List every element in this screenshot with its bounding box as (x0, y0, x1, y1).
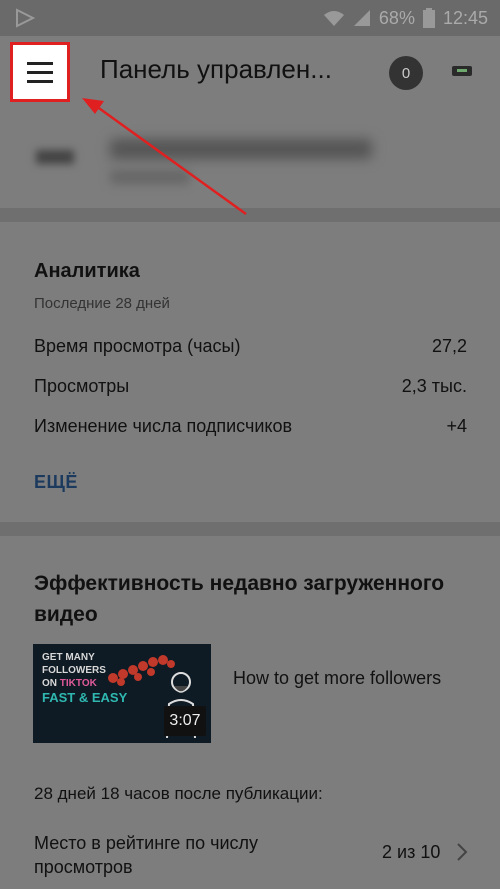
chevron-right-icon[interactable] (455, 840, 469, 864)
section-divider (0, 208, 500, 222)
analytics-period: Последние 28 дней (34, 295, 170, 312)
channel-subtitle-blurred (110, 170, 190, 184)
battery-percent: 68% (378, 7, 415, 28)
clock: 12:45 (442, 7, 488, 28)
stat-value: 2,3 тыс. (401, 376, 467, 396)
analytics-card: Аналитика Последние 28 дней Время просмо… (0, 222, 500, 522)
thumbnail-text-tiktok: ON TIKTOK (42, 678, 97, 689)
account-avatar[interactable] (452, 66, 472, 76)
hamburger-bar (27, 79, 53, 83)
analytics-title: Аналитика (34, 260, 140, 282)
channel-name-blurred (110, 139, 372, 159)
wifi-icon (323, 11, 344, 26)
rank-value: 2 из 10 (382, 842, 441, 862)
app-bar: Панель управлен... 0 (0, 36, 500, 112)
recent-video-section-title: Эффективность недавно загруженного видео (34, 572, 445, 626)
page-title: Панель управлен... (100, 54, 332, 84)
time-since-publication: 28 дней 18 часов после публикации: (34, 784, 323, 803)
channel-logo (36, 150, 74, 164)
hamburger-menu-button[interactable] (10, 42, 70, 102)
signal-icon (353, 10, 370, 26)
stat-label: Изменение числа подписчиков (34, 416, 293, 436)
stat-label: Время просмотра (часы) (34, 336, 241, 356)
stat-value: +4 (446, 416, 467, 436)
thumbnail-text: ON TIKTOK (42, 678, 97, 689)
stat-row-watch-time: Время просмотра (часы) 27,2 (34, 336, 467, 357)
hamburger-menu-icon (27, 61, 53, 65)
stat-row-subscribers: Изменение числа подписчиков +4 (34, 416, 467, 437)
section-divider (0, 522, 500, 536)
video-title[interactable]: How to get more followers (233, 668, 441, 689)
stat-label: Просмотры (34, 376, 130, 396)
notifications-button[interactable]: 0 (389, 56, 423, 90)
channel-header[interactable] (0, 112, 500, 208)
rank-label[interactable]: Место в рейтинге по числу просмотров (34, 831, 314, 879)
stat-row-views: Просмотры 2,3 тыс. (34, 376, 467, 397)
battery-icon (422, 8, 435, 28)
video-duration-badge: 3:07 (164, 706, 206, 736)
stat-value: 27,2 (431, 336, 467, 356)
thumbnail-text: GET MANY (42, 652, 95, 663)
hamburger-bar (27, 70, 53, 74)
analytics-more-link[interactable]: ЕЩЁ (34, 472, 78, 493)
play-store-icon (16, 8, 36, 28)
thumbnail-text: FAST & EASY (42, 690, 128, 705)
status-bar: 68% 12:45 (0, 0, 500, 36)
